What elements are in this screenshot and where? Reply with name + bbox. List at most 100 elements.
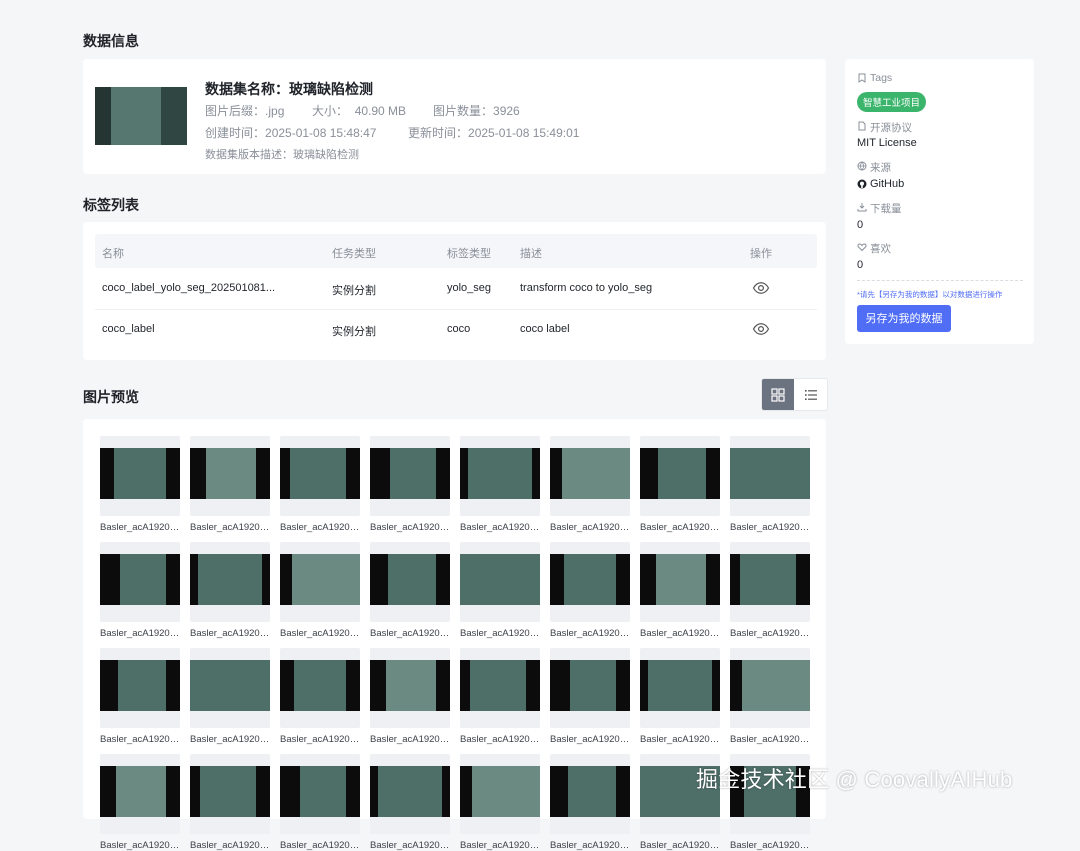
thumbnail-image xyxy=(640,448,720,499)
label-list-title: 标签列表 xyxy=(83,197,139,213)
thumbnail-filename: Basler_acA1920-... xyxy=(190,840,270,851)
downloads-value: 0 xyxy=(857,219,864,231)
table-row: coco_label 实例分割 coco coco label xyxy=(95,310,817,350)
header-task-type: 任务类型 xyxy=(332,248,376,260)
view-toggle xyxy=(761,378,828,411)
thumbnail-frame xyxy=(640,648,720,728)
row-label-type: yolo_seg xyxy=(447,282,492,294)
thumbnail-image xyxy=(640,660,720,711)
thumbnail-image xyxy=(280,660,360,711)
dataset-cover-image[interactable] xyxy=(95,87,187,145)
likes-value: 0 xyxy=(857,259,864,271)
thumbnail-frame xyxy=(550,542,630,622)
thumbnail-filename: Basler_acA1920-... xyxy=(550,628,630,639)
dataset-size: 大小： 40.90 MB xyxy=(312,104,407,118)
table-row: coco_label_yolo_seg_202501081... 实例分割 yo… xyxy=(95,269,817,310)
thumbnail-filename: Basler_acA1920-... xyxy=(370,522,450,533)
thumbnail-image xyxy=(370,554,450,605)
license-value: MIT License xyxy=(857,137,917,149)
thumbnail-image xyxy=(100,766,180,817)
download-icon xyxy=(857,203,867,212)
thumbnail-image xyxy=(730,554,810,605)
image-grid-card: Basler_acA1920-... Basler_acA1920-... Basl… xyxy=(83,419,826,851)
thumbnail-frame xyxy=(190,754,270,834)
list-icon xyxy=(805,390,817,400)
thumbnail-filename: Basler_acA1920-... xyxy=(370,840,450,851)
image-preview-title: 图片预览 xyxy=(83,389,139,405)
view-eye-icon[interactable] xyxy=(752,320,770,338)
thumbnail-frame xyxy=(280,436,360,516)
thumbnail-frame xyxy=(280,754,360,834)
dataset-count: 图片数量：3926 xyxy=(433,104,520,118)
thumbnail-image xyxy=(370,766,450,817)
thumbnail-image xyxy=(100,660,180,711)
license-label: 开源协议 xyxy=(870,122,912,134)
thumbnail-image xyxy=(550,448,630,499)
thumbnail-image xyxy=(370,660,450,711)
thumbnail-frame xyxy=(370,754,450,834)
source-value[interactable]: GitHub xyxy=(870,178,904,190)
thumbnail-filename: Basler_acA1920-... xyxy=(190,734,270,745)
thumbnail-filename: Basler_acA1920-... xyxy=(640,840,720,851)
row-task-type: 实例分割 xyxy=(332,326,376,338)
divider xyxy=(857,280,1023,281)
header-name: 名称 xyxy=(102,248,124,260)
thumbnail-image xyxy=(280,448,360,499)
header-description: 描述 xyxy=(520,248,542,260)
thumbnail-filename: Basler_acA1920-... xyxy=(550,840,630,851)
grid-view-button[interactable] xyxy=(762,379,794,410)
thumbnail-frame xyxy=(280,648,360,728)
thumbnail-frame xyxy=(370,648,450,728)
thumbnail-filename: Basler_acA1920-... xyxy=(460,734,540,745)
thumbnail-frame xyxy=(190,648,270,728)
thumbnail-filename: Basler_acA1920-... xyxy=(280,628,360,639)
thumbnail-filename: Basler_acA1920-... xyxy=(460,522,540,533)
row-task-type: 实例分割 xyxy=(332,285,376,297)
sidebar-card: Tags 智慧工业项目 开源协议 MIT License 来源 GitHub 下… xyxy=(845,59,1034,344)
row-description: transform coco to yolo_seg xyxy=(520,282,653,294)
label-table-card: 名称 任务类型 标签类型 描述 操作 coco_label_yolo_seg_2… xyxy=(83,222,826,360)
row-description: coco label xyxy=(520,323,570,335)
thumbnail-image xyxy=(190,660,270,711)
thumbnail-filename: Basler_acA1920-... xyxy=(460,840,540,851)
thumbnail-frame xyxy=(550,754,630,834)
thumbnail-filename: Basler_acA1920-... xyxy=(100,628,180,639)
thumbnail-filename: Basler_acA1920-... xyxy=(370,628,450,639)
header-actions: 操作 xyxy=(750,248,772,260)
row-label-type: coco xyxy=(447,323,471,335)
header-label-type: 标签类型 xyxy=(447,248,491,260)
save-as-my-data-button[interactable]: 另存为我的数据 xyxy=(857,305,951,332)
tag-badge[interactable]: 智慧工业项目 xyxy=(857,92,927,112)
thumbnail-filename: Basler_acA1920-... xyxy=(640,522,720,533)
thumbnail-image xyxy=(730,660,810,711)
thumbnail-image xyxy=(190,766,270,817)
thumbnail-frame xyxy=(370,542,450,622)
thumbnail-frame xyxy=(550,436,630,516)
thumbnail-filename: Basler_acA1920-... xyxy=(100,734,180,745)
thumbnail-filename: Basler_acA1920-... xyxy=(640,734,720,745)
thumbnail-filename: Basler_acA1920-... xyxy=(730,840,810,851)
bookmark-icon xyxy=(858,73,866,83)
thumbnail-filename: Basler_acA1920-... xyxy=(730,522,810,533)
thumbnail-frame xyxy=(460,542,540,622)
github-icon xyxy=(857,179,867,189)
watermark: 掘金技术社区 @ CoovallyAIHub xyxy=(696,767,1013,792)
list-view-button[interactable] xyxy=(795,379,827,410)
thumbnail-frame xyxy=(100,648,180,728)
dataset-description: 数据集版本描述：玻璃缺陷检测 xyxy=(205,149,359,161)
thumbnail-filename: Basler_acA1920-... xyxy=(280,734,360,745)
row-name: coco_label xyxy=(102,323,155,335)
thumbnail-image xyxy=(280,554,360,605)
thumbnail-frame xyxy=(460,754,540,834)
thumbnail-image xyxy=(190,554,270,605)
dataset-created: 创建时间：2025-01-08 15:48:47 xyxy=(205,126,377,140)
view-eye-icon[interactable] xyxy=(752,279,770,297)
thumbnail-filename: Basler_acA1920-... xyxy=(190,628,270,639)
source-label: 来源 xyxy=(870,162,891,174)
globe-icon xyxy=(857,161,867,171)
thumbnail-image xyxy=(190,448,270,499)
thumbnail-image xyxy=(100,448,180,499)
thumbnail-image xyxy=(730,448,810,499)
save-hint: *请先【另存为我的数据】以对数据进行操作 xyxy=(857,290,1003,299)
thumbnail-image xyxy=(460,554,540,605)
